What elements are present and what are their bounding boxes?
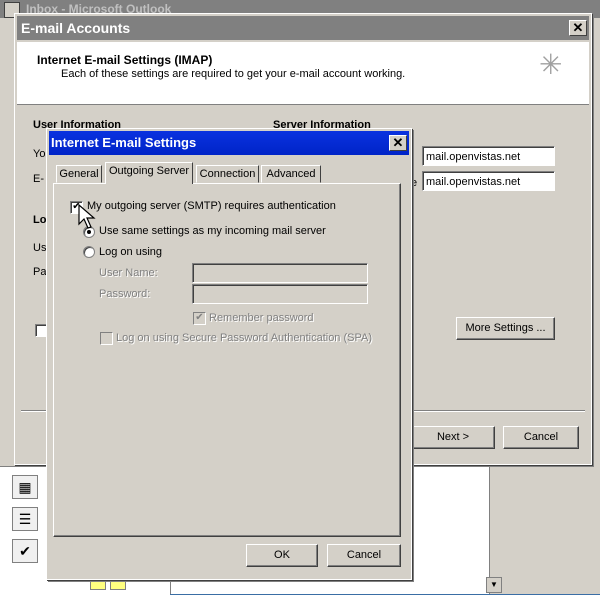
tasks-icon[interactable]: ✔	[12, 539, 38, 563]
incoming-server-field[interactable]: mail.openvistas.net	[422, 146, 555, 166]
mouse-pointer-icon	[78, 204, 96, 229]
logon-info-label: Lo	[33, 214, 47, 226]
contacts-icon[interactable]: ☰	[12, 507, 38, 531]
password-label: Pa	[33, 266, 47, 278]
next-button[interactable]: Next >	[411, 426, 495, 449]
smtp-auth-label: My outgoing server (SMTP) requires authe…	[87, 200, 336, 212]
settings-title: Internet E-mail Settings	[51, 135, 197, 150]
internet-email-settings-dialog: Internet E-mail Settings ✕ General Outgo…	[46, 128, 412, 580]
more-settings-button[interactable]: More Settings ...	[456, 317, 555, 340]
remember-password-label: Remember password	[209, 312, 314, 324]
remember-password-checkbox[interactable]: ✔	[193, 312, 206, 325]
spa-checkbox[interactable]	[100, 332, 113, 345]
user-name-label: User Name:	[99, 267, 158, 279]
user-name-label: Us	[33, 242, 47, 254]
cancel-button[interactable]: Cancel	[503, 426, 579, 449]
scroll-down-arrow-icon[interactable]: ▼	[486, 577, 502, 593]
wizard-header: Internet E-mail Settings (IMAP) Each of …	[17, 42, 589, 105]
email-address-label: E-	[33, 173, 44, 185]
ok-button[interactable]: OK	[246, 544, 318, 567]
cancel-button[interactable]: Cancel	[327, 544, 401, 567]
wizard-cursor-icon: ✳	[539, 49, 563, 80]
tab-connection[interactable]: Connection	[196, 165, 259, 183]
tab-general[interactable]: General	[56, 165, 102, 183]
spa-label: Log on using Secure Password Authenticat…	[116, 332, 373, 344]
close-icon[interactable]: ✕	[389, 135, 407, 151]
your-name-label: Yo	[33, 148, 46, 160]
email-accounts-title-bar: E-mail Accounts	[17, 16, 589, 40]
settings-title-bar: Internet E-mail Settings	[49, 131, 409, 155]
email-accounts-title: E-mail Accounts	[21, 20, 131, 36]
calendar-icon[interactable]: ▦	[12, 475, 38, 499]
logon-using-radio[interactable]	[83, 246, 95, 258]
tab-advanced[interactable]: Advanced	[261, 165, 321, 183]
same-settings-label: Use same settings as my incoming mail se…	[99, 225, 326, 237]
page-subheading: Each of these settings are required to g…	[61, 68, 406, 80]
outgoing-server-field[interactable]: mail.openvistas.net	[422, 171, 555, 191]
close-icon[interactable]: ✕	[569, 20, 587, 36]
user-name-input[interactable]	[192, 263, 368, 283]
page-heading: Internet E-mail Settings (IMAP)	[37, 53, 213, 67]
password-input[interactable]	[192, 284, 368, 304]
tab-outgoing-server[interactable]: Outgoing Server	[105, 162, 193, 184]
password-label: Password:	[99, 288, 151, 300]
logon-using-label: Log on using	[99, 246, 162, 258]
